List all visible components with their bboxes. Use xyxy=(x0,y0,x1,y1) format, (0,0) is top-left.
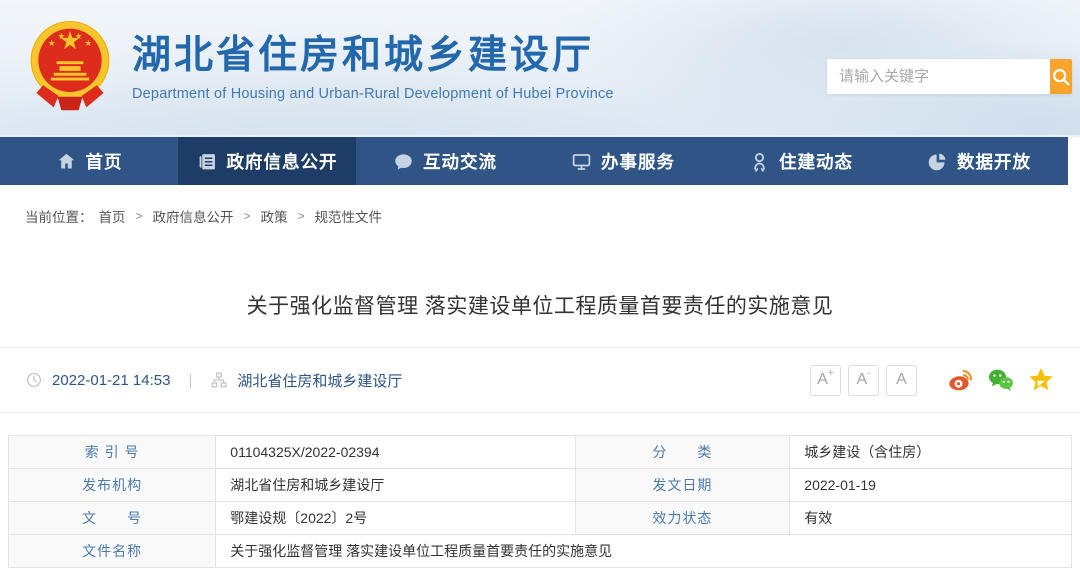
article-title: 关于强化监督管理 落实建设单位工程质量首要责任的实施意见 xyxy=(0,290,1080,347)
monitor-icon xyxy=(571,151,592,172)
nav-label: 首页 xyxy=(86,149,123,174)
nav-label: 政府信息公开 xyxy=(227,149,338,174)
font-btn-sup: - xyxy=(867,366,870,382)
person-badge-icon xyxy=(749,151,770,172)
weibo-icon[interactable] xyxy=(947,366,975,394)
article-meta: 2022-01-21 14:53 | 湖北省住房和城乡建设厅 xyxy=(25,370,402,391)
nav-label: 数据开放 xyxy=(957,149,1031,174)
national-emblem-icon: ★ ★ ★ ★ ★ xyxy=(22,16,118,120)
svg-text:★: ★ xyxy=(84,38,92,48)
site-subtitle: Department of Housing and Urban-Rural De… xyxy=(132,86,614,102)
home-icon xyxy=(56,151,77,172)
main-nav: 首页 政府信息公开 互动交流 办事服务 住建动态 xyxy=(0,137,1068,185)
font-btn-label: A xyxy=(817,366,828,394)
issue-date-label: 发文日期 xyxy=(575,469,790,502)
site-header: ★ ★ ★ ★ ★ 湖北省住房和城乡建设厅 Department of Hous… xyxy=(0,0,1080,137)
breadcrumb-separator: > xyxy=(244,209,251,223)
nav-item-interaction[interactable]: 互动交流 xyxy=(356,137,534,185)
doc-name-label: 文件名称 xyxy=(9,535,216,568)
issue-date-value: 2022-01-19 xyxy=(790,469,1072,502)
font-decrease-button[interactable]: A- xyxy=(848,365,879,396)
search-button[interactable] xyxy=(1050,59,1072,94)
breadcrumb-separator: > xyxy=(136,209,143,223)
nav-label: 办事服务 xyxy=(601,149,675,174)
source-sitemap-icon xyxy=(210,371,228,389)
table-row: 发布机构 湖北省住房和城乡建设厅 发文日期 2022-01-19 xyxy=(9,469,1072,502)
clock-icon xyxy=(25,371,43,389)
qzone-icon[interactable] xyxy=(1027,366,1055,394)
article-source: 湖北省住房和城乡建设厅 xyxy=(237,370,402,391)
doc-name-value: 关于强化监督管理 落实建设单位工程质量首要责任的实施意见 xyxy=(216,535,1072,568)
article-tools: A+ A- A xyxy=(803,365,1055,396)
doc-number-value: 鄂建设规〔2022〕2号 xyxy=(216,502,575,535)
font-btn-sup: + xyxy=(828,366,834,382)
nav-item-services[interactable]: 办事服务 xyxy=(534,137,712,185)
font-increase-button[interactable]: A+ xyxy=(810,365,841,396)
site-title: 湖北省住房和城乡建设厅 xyxy=(132,34,614,79)
category-label: 分 类 xyxy=(575,436,790,469)
breadcrumb-item-policy[interactable]: 政策 xyxy=(261,206,288,226)
validity-status-value: 有效 xyxy=(790,502,1072,535)
nav-item-gov-info[interactable]: 政府信息公开 xyxy=(178,137,356,185)
article-meta-bar: 2022-01-21 14:53 | 湖北省住房和城乡建设厅 A+ A- A xyxy=(0,347,1080,413)
search-input[interactable] xyxy=(827,59,1050,94)
table-row: 文件名称 关于强化监督管理 落实建设单位工程质量首要责任的实施意见 xyxy=(9,535,1072,568)
index-number-value: 01104325X/2022-02394 xyxy=(216,436,575,469)
svg-text:★: ★ xyxy=(75,31,83,41)
nav-item-news[interactable]: 住建动态 xyxy=(712,137,890,185)
category-value: 城乡建设（含住房） xyxy=(790,436,1072,469)
font-btn-label: A xyxy=(896,366,907,394)
meta-divider: | xyxy=(188,372,192,389)
issuing-agency-label: 发布机构 xyxy=(9,469,216,502)
nav-label: 住建动态 xyxy=(779,149,853,174)
breadcrumb-item-home[interactable]: 首页 xyxy=(99,206,126,226)
breadcrumb-item-normative-docs[interactable]: 规范性文件 xyxy=(315,206,383,226)
pie-chart-icon xyxy=(927,151,948,172)
brand-text: 湖北省住房和城乡建设厅 Department of Housing and Ur… xyxy=(132,34,614,102)
issuing-agency-value: 湖北省住房和城乡建设厅 xyxy=(216,469,575,502)
wechat-icon[interactable] xyxy=(987,366,1015,394)
table-row: 文 号 鄂建设规〔2022〕2号 效力状态 有效 xyxy=(9,502,1072,535)
font-reset-button[interactable]: A xyxy=(886,365,917,396)
breadcrumb-prefix: 当前位置： xyxy=(25,206,93,226)
breadcrumb-separator: > xyxy=(298,209,305,223)
publish-datetime: 2022-01-21 14:53 xyxy=(52,372,170,389)
nav-item-open-data[interactable]: 数据开放 xyxy=(890,137,1068,185)
document-info-table: 索 引 号 01104325X/2022-02394 分 类 城乡建设（含住房）… xyxy=(8,435,1072,568)
nav-item-home[interactable]: 首页 xyxy=(0,137,178,185)
validity-status-label: 效力状态 xyxy=(575,502,790,535)
nav-label: 互动交流 xyxy=(423,149,497,174)
breadcrumb-item-gov-info[interactable]: 政府信息公开 xyxy=(153,206,234,226)
search-box xyxy=(827,59,1072,94)
site-logo-link[interactable]: ★ ★ ★ ★ ★ 湖北省住房和城乡建设厅 Department of Hous… xyxy=(22,16,614,120)
svg-text:★: ★ xyxy=(48,38,56,48)
index-number-label: 索 引 号 xyxy=(9,436,216,469)
document-icon xyxy=(197,151,218,172)
svg-text:★: ★ xyxy=(57,31,65,41)
font-btn-label: A xyxy=(856,366,867,394)
chat-icon xyxy=(393,151,414,172)
table-row: 索 引 号 01104325X/2022-02394 分 类 城乡建设（含住房） xyxy=(9,436,1072,469)
search-icon xyxy=(1050,66,1072,88)
doc-number-label: 文 号 xyxy=(9,502,216,535)
breadcrumb: 当前位置： 首页 > 政府信息公开 > 政策 > 规范性文件 xyxy=(0,185,1080,226)
